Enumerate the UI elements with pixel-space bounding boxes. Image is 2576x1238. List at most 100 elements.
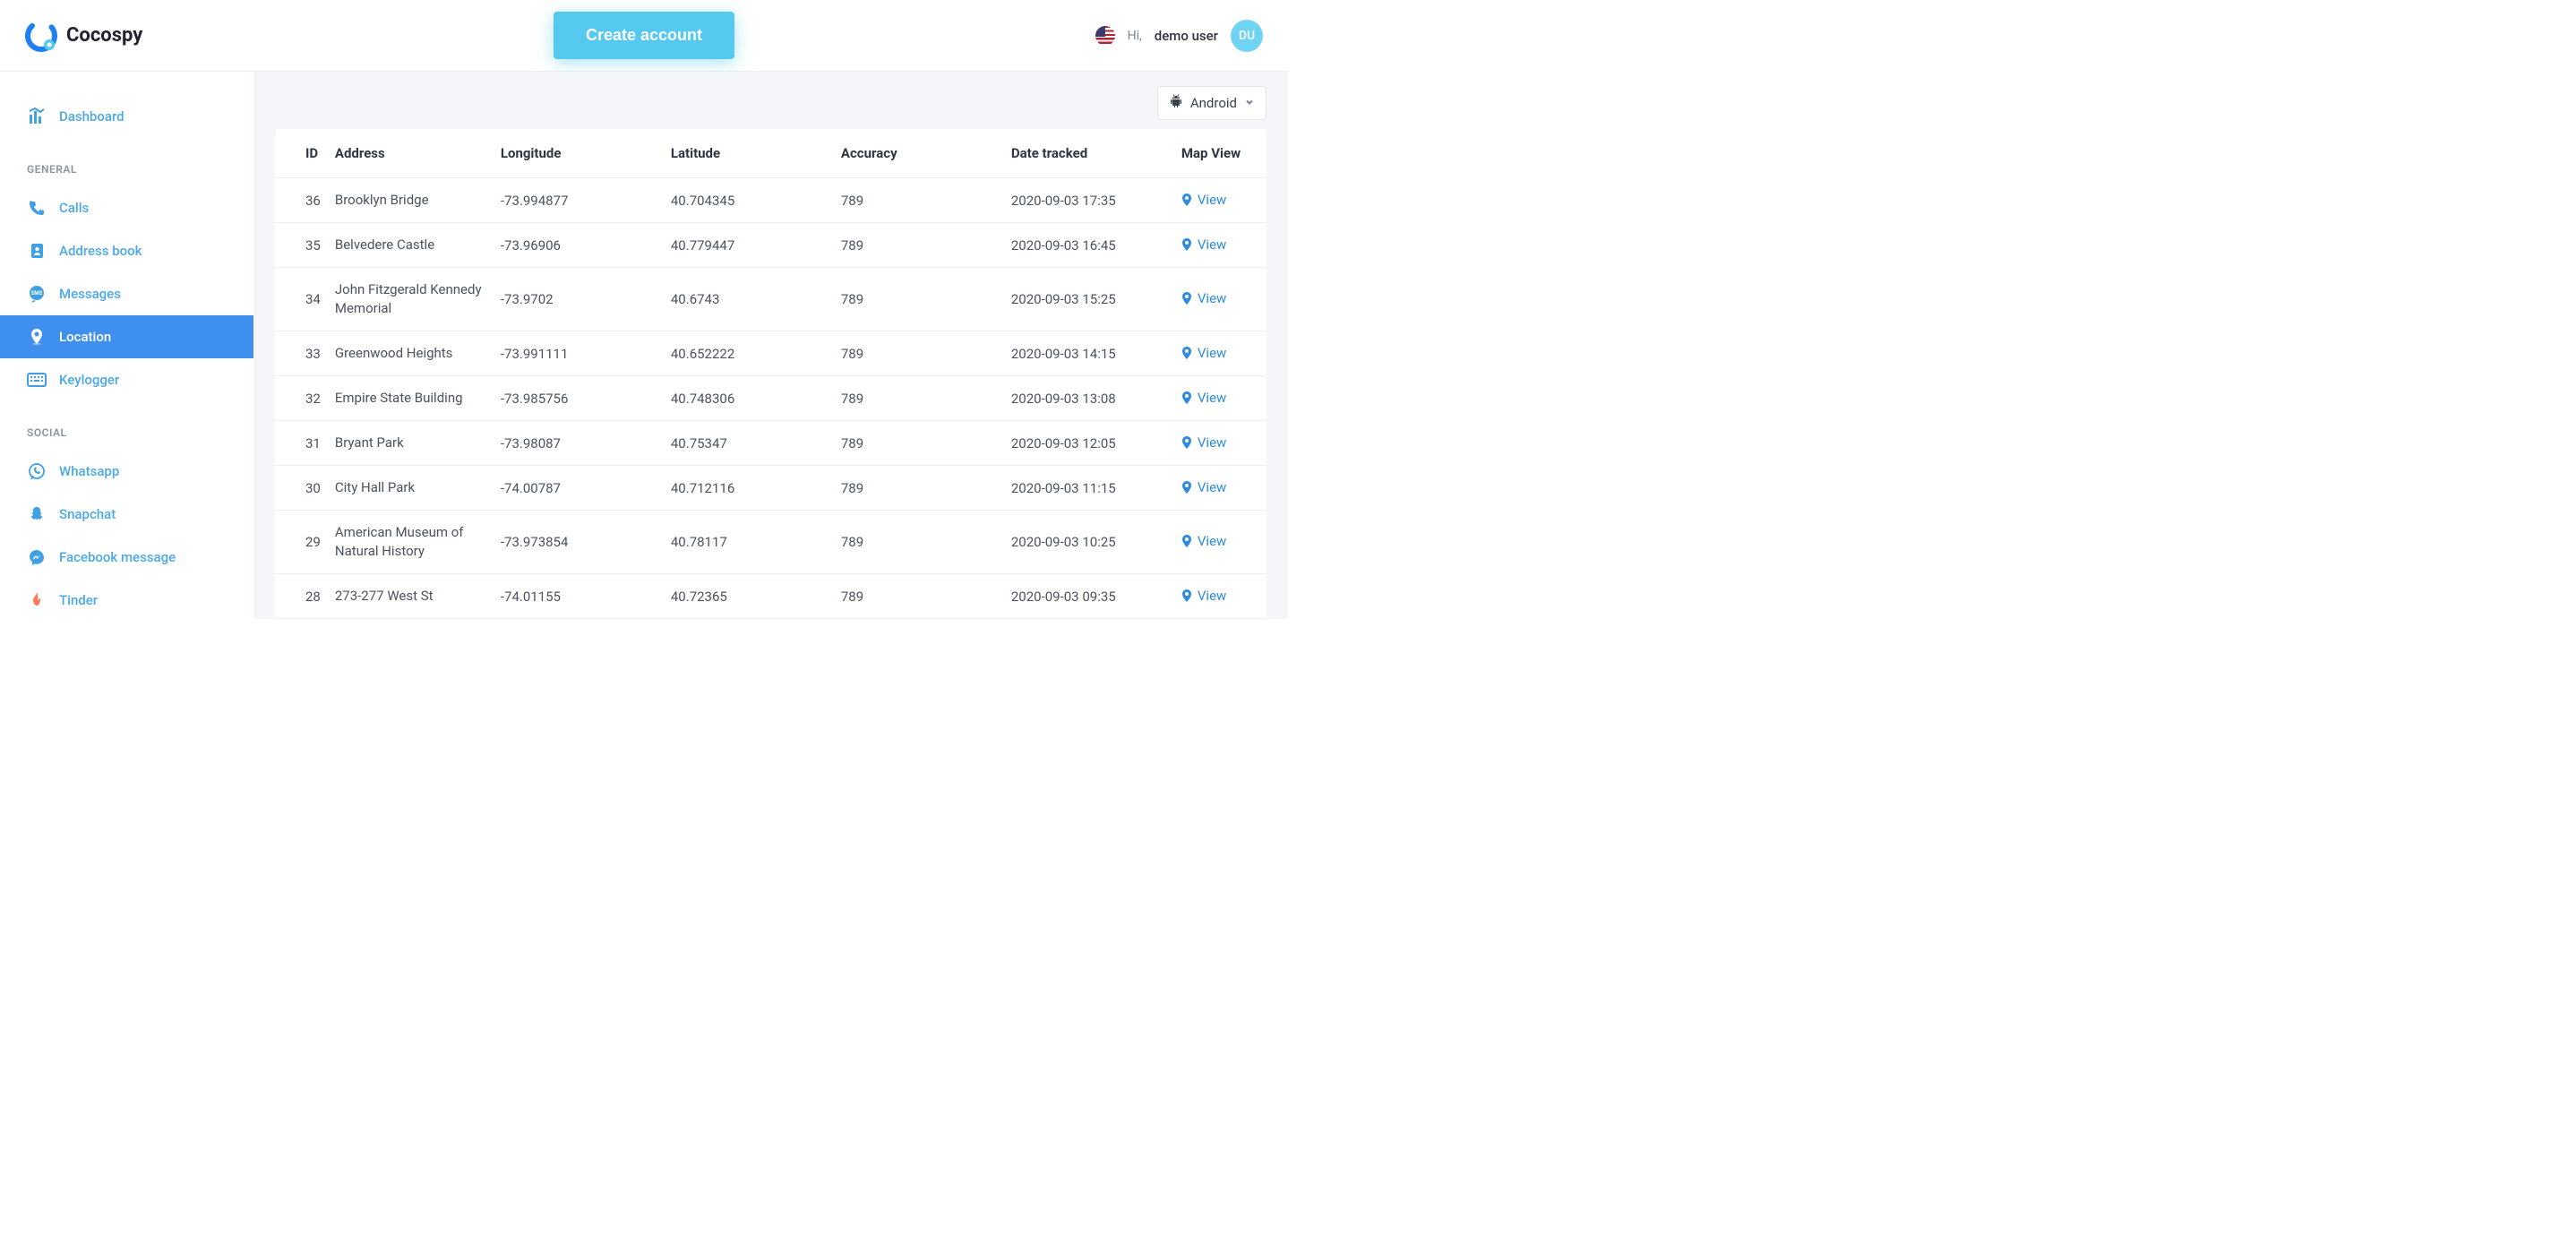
cell-latitude: 40.6743 bbox=[664, 268, 834, 331]
cell-map-view: View bbox=[1174, 574, 1267, 619]
location-table-card: ID Address Longitude Latitude Accuracy D… bbox=[275, 129, 1267, 619]
sidebar-item-label: Dashboard bbox=[59, 108, 125, 125]
platform-label: Android bbox=[1190, 95, 1237, 111]
cell-id: 36 bbox=[275, 178, 328, 223]
cell-latitude: 40.75347 bbox=[664, 421, 834, 466]
cell-accuracy: 789 bbox=[834, 331, 1004, 376]
cell-longitude: -73.985756 bbox=[494, 376, 664, 421]
cell-longitude: -73.98962 bbox=[494, 619, 664, 620]
table-row: 35Belvedere Castle-73.9690640.7794477892… bbox=[275, 223, 1267, 268]
cell-accuracy: 789 bbox=[834, 619, 1004, 620]
sidebar-item-label: Keylogger bbox=[59, 372, 119, 388]
cell-id: 33 bbox=[275, 331, 328, 376]
user-name[interactable]: demo user bbox=[1155, 28, 1218, 44]
sidebar-item-address-book[interactable]: Address book bbox=[0, 229, 253, 272]
platform-selector[interactable]: Android bbox=[1157, 86, 1267, 120]
table-row: 34John Fitzgerald Kennedy Memorial-73.97… bbox=[275, 268, 1267, 331]
view-on-map-link[interactable]: View bbox=[1181, 479, 1226, 495]
view-on-map-link[interactable]: View bbox=[1181, 290, 1226, 306]
sidebar-item-messages[interactable]: SMS Messages bbox=[0, 272, 253, 315]
cell-accuracy: 789 bbox=[834, 574, 1004, 619]
cell-address: 285-237 Prospect Ave bbox=[328, 619, 494, 620]
cell-longitude: -73.994877 bbox=[494, 178, 664, 223]
cell-date: 2020-09-03 10:25 bbox=[1004, 511, 1174, 574]
column-id: ID bbox=[275, 129, 328, 178]
dashboard-icon bbox=[27, 107, 47, 126]
whatsapp-icon bbox=[27, 461, 47, 481]
cell-accuracy: 789 bbox=[834, 466, 1004, 511]
column-latitude: Latitude bbox=[664, 129, 834, 178]
cell-latitude: 40.72365 bbox=[664, 574, 834, 619]
cell-longitude: -73.9702 bbox=[494, 268, 664, 331]
cell-id: 28 bbox=[275, 574, 328, 619]
sidebar-section-social: SOCIAL bbox=[0, 401, 253, 450]
cell-date: 2020-09-03 08:15 bbox=[1004, 619, 1174, 620]
brand[interactable]: Cocospy bbox=[25, 20, 142, 52]
column-date: Date tracked bbox=[1004, 129, 1174, 178]
table-row: 36Brooklyn Bridge-73.99487740.7043457892… bbox=[275, 178, 1267, 223]
svg-text:SMS: SMS bbox=[31, 290, 43, 297]
brand-name: Cocospy bbox=[66, 24, 142, 47]
cell-map-view: View bbox=[1174, 223, 1267, 268]
cell-latitude: 40.78117 bbox=[664, 511, 834, 574]
sidebar-item-keylogger[interactable]: Keylogger bbox=[0, 358, 253, 401]
cell-map-view: View bbox=[1174, 376, 1267, 421]
sidebar-item-tinder[interactable]: Tinder bbox=[0, 579, 253, 619]
cell-latitude: 40.748306 bbox=[664, 376, 834, 421]
sidebar-section-general: GENERAL bbox=[0, 138, 253, 186]
cell-accuracy: 789 bbox=[834, 223, 1004, 268]
sidebar-item-label: Address book bbox=[59, 243, 142, 259]
view-on-map-link[interactable]: View bbox=[1181, 192, 1226, 208]
cell-date: 2020-09-03 15:25 bbox=[1004, 268, 1174, 331]
cell-longitude: -73.98087 bbox=[494, 421, 664, 466]
sidebar-item-whatsapp[interactable]: Whatsapp bbox=[0, 450, 253, 493]
phone-icon bbox=[27, 198, 47, 218]
view-on-map-link[interactable]: View bbox=[1181, 533, 1226, 549]
keyboard-icon bbox=[27, 370, 47, 390]
cell-date: 2020-09-03 11:15 bbox=[1004, 466, 1174, 511]
create-account-button[interactable]: Create account bbox=[554, 12, 734, 59]
sidebar-item-label: Whatsapp bbox=[59, 463, 119, 479]
cell-date: 2020-09-03 09:35 bbox=[1004, 574, 1174, 619]
cell-date: 2020-09-03 13:08 bbox=[1004, 376, 1174, 421]
cell-address: Bryant Park bbox=[328, 421, 494, 466]
cell-address: Belvedere Castle bbox=[328, 223, 494, 268]
sidebar-item-label: Location bbox=[59, 329, 111, 345]
table-row: 29American Museum of Natural History-73.… bbox=[275, 511, 1267, 574]
cell-id: 31 bbox=[275, 421, 328, 466]
cell-longitude: -73.991111 bbox=[494, 331, 664, 376]
cell-latitude: 40.712116 bbox=[664, 466, 834, 511]
cell-id: 35 bbox=[275, 223, 328, 268]
sidebar-item-snapchat[interactable]: Snapchat bbox=[0, 493, 253, 536]
cell-longitude: -73.973854 bbox=[494, 511, 664, 574]
sidebar-item-label: Facebook message bbox=[59, 549, 176, 565]
sidebar-item-location[interactable]: Location bbox=[0, 315, 253, 358]
cell-address: John Fitzgerald Kennedy Memorial bbox=[328, 268, 494, 331]
view-on-map-link[interactable]: View bbox=[1181, 390, 1226, 406]
main-area: Android ID Address Longitude Latitude Ac… bbox=[253, 72, 1288, 619]
cell-longitude: -73.96906 bbox=[494, 223, 664, 268]
view-on-map-link[interactable]: View bbox=[1181, 345, 1226, 361]
avatar[interactable]: DU bbox=[1231, 20, 1263, 52]
cell-accuracy: 789 bbox=[834, 511, 1004, 574]
cell-date: 2020-09-03 17:35 bbox=[1004, 178, 1174, 223]
cell-address: City Hall Park bbox=[328, 466, 494, 511]
cell-map-view: View bbox=[1174, 466, 1267, 511]
location-pin-icon bbox=[27, 327, 47, 347]
table-row: 27285-237 Prospect Ave-73.9896240.663587… bbox=[275, 619, 1267, 620]
view-on-map-link[interactable]: View bbox=[1181, 434, 1226, 451]
sidebar-item-calls[interactable]: Calls bbox=[0, 186, 253, 229]
view-on-map-link[interactable]: View bbox=[1181, 588, 1226, 604]
sidebar-item-dashboard[interactable]: Dashboard bbox=[0, 95, 253, 138]
sidebar-item-facebook-message[interactable]: Facebook message bbox=[0, 536, 253, 579]
app-header: Cocospy Create account Hi, demo user DU bbox=[0, 0, 1288, 72]
cell-address: Greenwood Heights bbox=[328, 331, 494, 376]
cell-accuracy: 789 bbox=[834, 178, 1004, 223]
cell-latitude: 40.66358 bbox=[664, 619, 834, 620]
cell-address: Brooklyn Bridge bbox=[328, 178, 494, 223]
cell-id: 30 bbox=[275, 466, 328, 511]
view-on-map-link[interactable]: View bbox=[1181, 236, 1226, 253]
snapchat-icon bbox=[27, 504, 47, 524]
column-map-view: Map View bbox=[1174, 129, 1267, 178]
locale-flag-icon[interactable] bbox=[1095, 26, 1115, 46]
